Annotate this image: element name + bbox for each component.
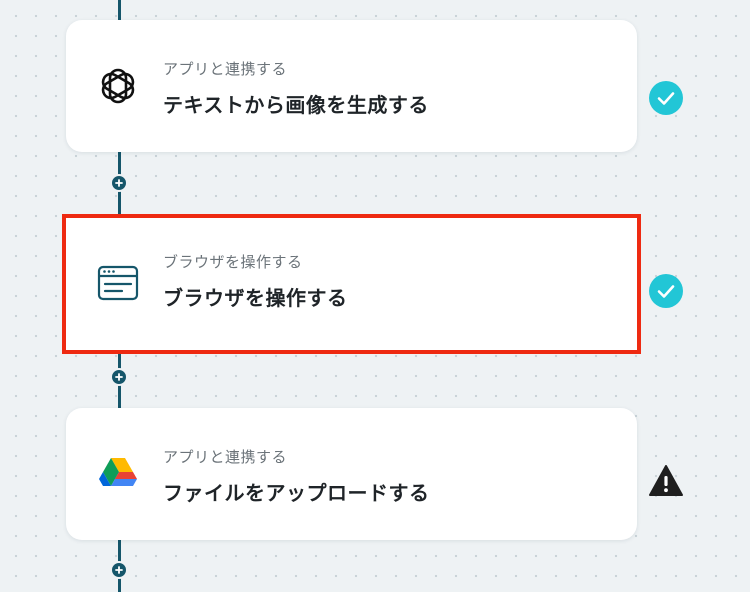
add-step-button[interactable] — [110, 561, 128, 579]
google-drive-icon — [96, 452, 140, 496]
warning-icon — [648, 463, 684, 499]
plus-icon — [115, 179, 123, 187]
step-card-upload-file[interactable]: アプリと連携する ファイルをアップロードする — [66, 408, 637, 540]
step-card-generate-image[interactable]: アプリと連携する テキストから画像を生成する — [66, 20, 637, 152]
step-title: ブラウザを操作する — [163, 286, 348, 310]
add-step-button[interactable] — [110, 368, 128, 386]
step-subtitle: アプリと連携する — [163, 60, 288, 78]
plus-icon — [115, 566, 123, 574]
openai-icon — [96, 64, 140, 108]
step-subtitle: アプリと連携する — [163, 448, 288, 466]
check-icon — [648, 273, 684, 309]
check-icon — [648, 80, 684, 116]
step-card-browser-operation[interactable]: ブラウザを操作する ブラウザを操作する — [66, 218, 637, 350]
browser-window-icon — [96, 262, 140, 306]
connector-line — [118, 0, 121, 22]
step-title: テキストから画像を生成する — [163, 93, 429, 117]
step-title: ファイルをアップロードする — [163, 481, 430, 505]
plus-icon — [115, 373, 123, 381]
add-step-button[interactable] — [110, 174, 128, 192]
step-subtitle: ブラウザを操作する — [163, 253, 303, 271]
